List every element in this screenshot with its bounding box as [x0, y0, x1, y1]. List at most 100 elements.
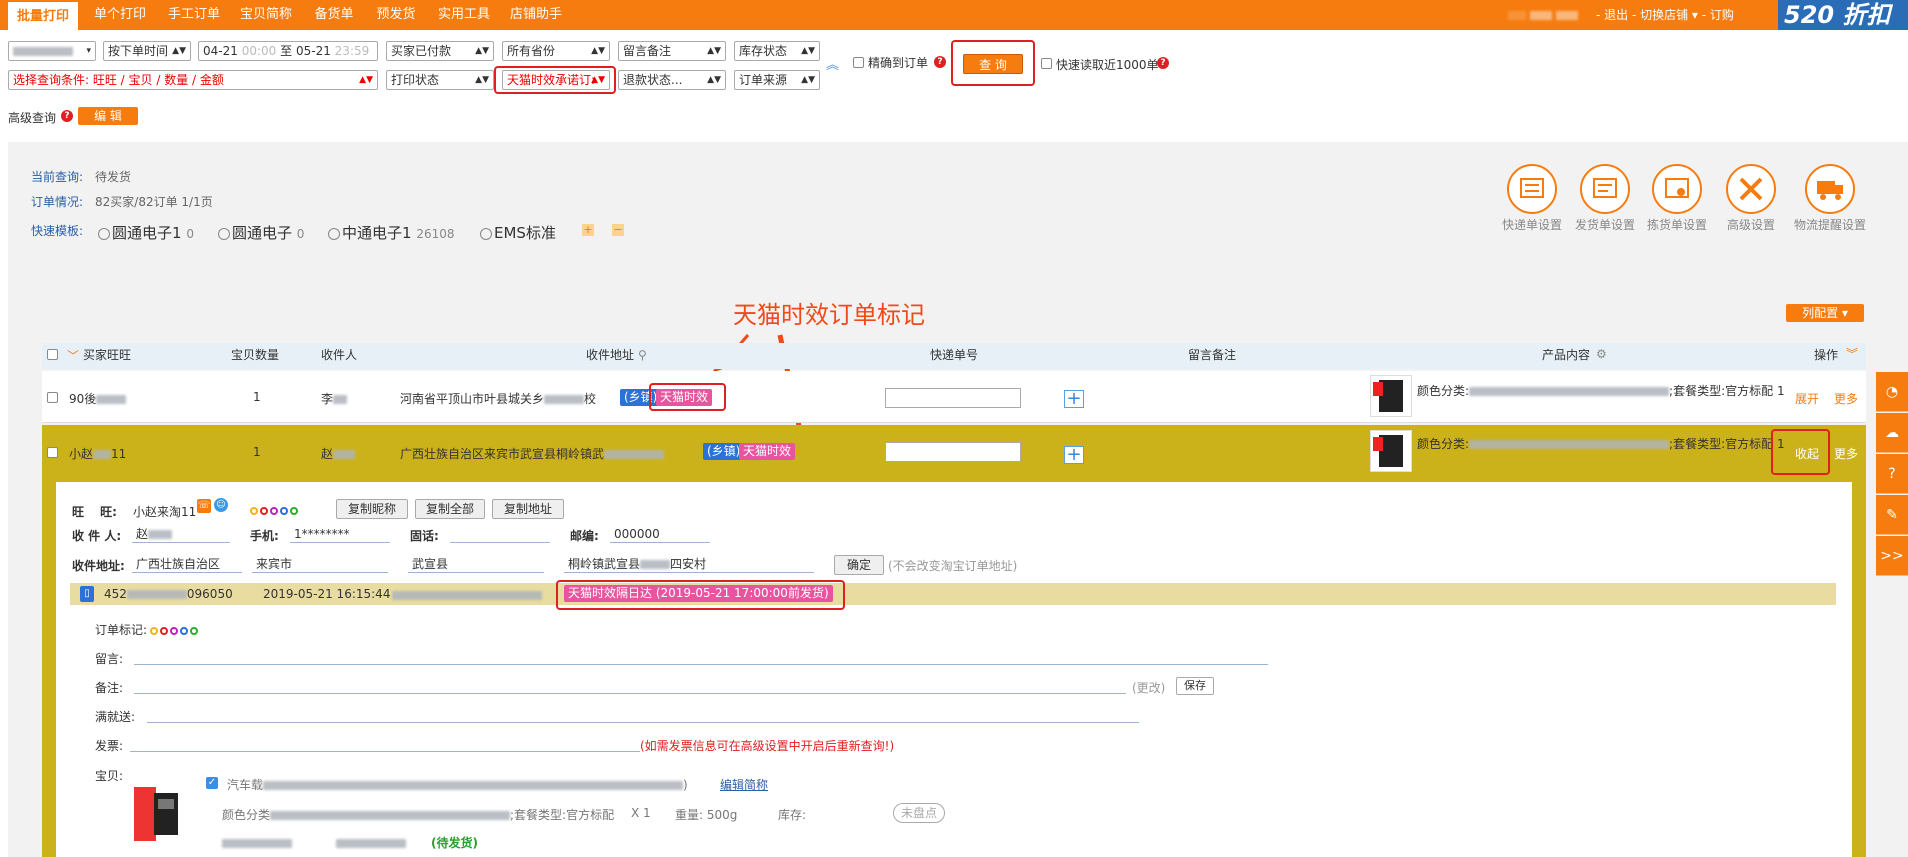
order-mark-dots[interactable]	[150, 623, 200, 637]
column-config-button[interactable]: 列配置 ▾	[1786, 304, 1864, 322]
shop-select[interactable]: ▾	[8, 41, 96, 61]
sidebar-edit-icon[interactable]: ✎	[1876, 495, 1908, 535]
county-field[interactable]: 武宣县	[408, 557, 544, 573]
logistics-reminder-label[interactable]: 物流提醒设置	[1790, 216, 1870, 233]
ship-setting-label[interactable]: 发货单设置	[1565, 216, 1645, 233]
not-counted-button[interactable]: 未盘点	[893, 803, 945, 823]
row-checkbox[interactable]	[47, 447, 58, 458]
template-radio-1[interactable]: 圆通电子1 0	[98, 222, 194, 243]
gear-icon[interactable]: ⚙	[1596, 347, 1607, 361]
expand-link[interactable]: 展开	[1795, 390, 1819, 407]
express-setting-label[interactable]: 快递单设置	[1492, 216, 1572, 233]
collapse-link[interactable]: 收起	[1795, 445, 1819, 462]
tab-tools[interactable]: 实用工具	[430, 0, 498, 30]
tab-single-print[interactable]: 单个打印	[86, 0, 154, 30]
recipient-field[interactable]: 赵	[132, 527, 230, 543]
help-icon[interactable]: ?	[1157, 57, 1169, 69]
tab-batch-print[interactable]: 批量打印	[8, 0, 78, 30]
tmall-timely-tag: 天猫时效	[656, 389, 713, 406]
tab-shop-helper[interactable]: 店铺助手	[502, 0, 570, 30]
copy-nick-button[interactable]: 复制昵称	[336, 499, 408, 519]
tab-item-alias[interactable]: 宝贝简称	[232, 0, 300, 30]
province-select[interactable]: 所有省份 ▲▼	[502, 41, 610, 61]
exact-order-label: 精确到订单	[868, 56, 929, 70]
save-note-button[interactable]: 保存	[1176, 677, 1214, 695]
sidebar-notify-icon[interactable]: ◔	[1876, 372, 1908, 412]
zip-field[interactable]: 000000	[610, 527, 710, 543]
tmall-promise-select[interactable]: 天猫时效承诺订: ▲▼	[502, 70, 610, 90]
remove-template-icon[interactable]: −	[612, 224, 624, 236]
template-radio-4[interactable]: EMS标准	[480, 222, 556, 243]
exact-order-checkbox[interactable]	[853, 57, 864, 68]
ship-setting-icon[interactable]	[1580, 164, 1630, 214]
buyer-name[interactable]: 90後	[69, 390, 127, 407]
pick-setting-label[interactable]: 拣货单设置	[1637, 216, 1717, 233]
tracking-number-input[interactable]	[885, 442, 1021, 462]
template-radio-2[interactable]: 圆通电子 0	[218, 222, 304, 243]
collapse-icon[interactable]: ︽	[826, 54, 839, 73]
copy-address-button[interactable]: 复制地址	[492, 499, 564, 519]
template-radio-3[interactable]: 中通电子1 26108	[328, 222, 455, 243]
sidebar-chat-icon[interactable]: ☁	[1876, 413, 1908, 453]
advanced-setting-icon[interactable]	[1726, 164, 1776, 214]
street-field[interactable]: 桐岭镇武宣县 四安村	[564, 557, 814, 573]
tracking-number-input[interactable]	[885, 388, 1021, 408]
query-condition-select[interactable]: 选择查询条件: 旺旺 / 宝贝 / 数量 / 金额 ▲▼	[8, 70, 378, 90]
confirm-address-button[interactable]: 确定	[834, 555, 884, 575]
item-qty: 1	[253, 390, 261, 404]
filter-icon[interactable]: ⚲	[638, 348, 647, 362]
buyer-name[interactable]: 小赵 11	[69, 445, 126, 462]
print-status-select[interactable]: 打印状态 ▲▼	[386, 70, 494, 90]
gift-field[interactable]	[147, 722, 1139, 723]
product-description: 颜色分类: ;套餐类型:官方标配 1	[1417, 384, 1785, 398]
tab-stock-list[interactable]: 备货单	[306, 0, 362, 30]
note-field[interactable]	[134, 693, 1126, 694]
refund-status-select[interactable]: 退款状态... ▲▼	[618, 70, 726, 90]
help-icon[interactable]: ?	[61, 110, 73, 122]
order-source-select[interactable]: 订单来源 ▲▼	[734, 70, 820, 90]
select-all-checkbox[interactable]	[47, 349, 58, 360]
copy-all-button[interactable]: 复制全部	[415, 499, 485, 519]
wangwang-icon[interactable]: ☺	[214, 498, 228, 512]
row-checkbox[interactable]	[47, 392, 58, 403]
add-template-icon[interactable]: +	[582, 224, 594, 236]
fast-read-checkbox[interactable]	[1041, 58, 1052, 69]
chat-icon[interactable]: ☏	[197, 499, 211, 513]
note-change-link[interactable]: (更改)	[1132, 679, 1165, 696]
stock-label: 库存:	[778, 808, 807, 822]
user-links[interactable]: - 退出 - 切换店铺 ▾ - 订购	[1596, 0, 1734, 30]
express-setting-icon[interactable]	[1507, 164, 1557, 214]
add-remark-icon[interactable]: +	[1064, 390, 1084, 408]
item-checkbox[interactable]: ✓	[206, 777, 218, 789]
message-field[interactable]	[134, 664, 1268, 665]
date-range-input[interactable]: 04-21 00:00 至 05-21 23:59	[198, 41, 378, 61]
query-button[interactable]: 查 询	[963, 54, 1023, 74]
city-field[interactable]: 来宾市	[252, 557, 388, 573]
chevron-down-icon[interactable]: ﹀	[67, 347, 79, 364]
phone-field[interactable]: 1********	[290, 527, 390, 543]
invoice-field[interactable]	[130, 751, 640, 752]
edit-alias-link[interactable]: 编辑简称	[720, 776, 768, 793]
sidebar-help-icon[interactable]: ?	[1876, 454, 1908, 494]
sidebar-expand-icon[interactable]: >>	[1876, 536, 1908, 576]
advanced-setting-label[interactable]: 高级设置	[1711, 216, 1791, 233]
advanced-edit-button[interactable]: 编 辑	[78, 107, 138, 125]
payment-status-select[interactable]: 买家已付款 ▲▼	[386, 41, 494, 61]
tab-pre-ship[interactable]: 预发货	[368, 0, 424, 30]
more-link[interactable]: 更多	[1834, 390, 1858, 407]
pick-setting-icon[interactable]	[1652, 164, 1702, 214]
province-field[interactable]: 广西壮族自治区	[132, 557, 242, 573]
logistics-reminder-icon[interactable]	[1805, 164, 1855, 214]
tel-field[interactable]	[450, 527, 550, 543]
remark-select[interactable]: 留言备注 ▲▼	[618, 41, 726, 61]
more-link[interactable]: 更多	[1834, 445, 1858, 462]
chevron-down-icon[interactable]: ︾	[1846, 345, 1858, 362]
stock-status-select[interactable]: 库存状态 ▲▼	[734, 41, 820, 61]
order-number[interactable]: 452 096050	[104, 587, 233, 601]
help-icon[interactable]: ?	[934, 56, 946, 68]
flag-dots[interactable]	[250, 503, 300, 517]
col-remark: 留言备注	[1188, 348, 1237, 362]
time-type-select[interactable]: 按下单时间 ▲▼	[103, 41, 191, 61]
add-remark-icon[interactable]: +	[1064, 446, 1084, 464]
tab-manual-order[interactable]: 手工订单	[160, 0, 228, 30]
